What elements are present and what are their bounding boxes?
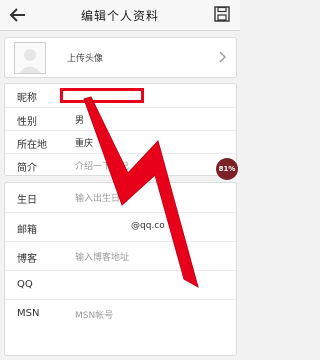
- bio-input[interactable]: 介绍一下自己: [75, 159, 129, 172]
- email-value[interactable]: @qq.co: [131, 221, 165, 231]
- top-bar: 编辑个人资料: [0, 0, 240, 31]
- nickname-highlight-box: [60, 88, 144, 103]
- qq-row[interactable]: QQ: [5, 270, 236, 299]
- gender-row[interactable]: 性别 男: [5, 107, 236, 130]
- gender-label: 性别: [17, 117, 37, 128]
- avatar[interactable]: [14, 42, 46, 74]
- gender-value[interactable]: 男: [75, 113, 84, 126]
- blog-row[interactable]: 博客 输入博客地址: [5, 241, 236, 270]
- avatar-row[interactable]: 上传头像: [4, 37, 237, 78]
- birthday-label: 生日: [17, 195, 37, 206]
- qq-label: QQ: [17, 279, 33, 290]
- msn-label: MSN: [17, 308, 40, 319]
- blog-label: 博客: [17, 254, 37, 265]
- chevron-right-icon: [219, 51, 226, 63]
- location-row[interactable]: 所在地 重庆: [5, 130, 236, 153]
- birthday-input[interactable]: 输入出生日: [75, 191, 120, 204]
- email-row[interactable]: 邮箱 @qq.co: [5, 212, 236, 241]
- default-avatar-icon: [19, 49, 41, 73]
- bio-label: 简介: [17, 163, 37, 174]
- progress-badge: 81%: [216, 158, 238, 180]
- msn-row[interactable]: MSN MSN帐号: [5, 299, 236, 328]
- email-label: 邮箱: [17, 225, 37, 236]
- location-value[interactable]: 重庆: [75, 136, 93, 149]
- bio-row[interactable]: 简介 介绍一下自己: [5, 153, 236, 176]
- save-disk-icon[interactable]: [214, 6, 230, 22]
- blog-input[interactable]: 输入博客地址: [75, 250, 129, 263]
- page-title: 编辑个人资料: [80, 9, 159, 23]
- contact-info-card: 生日 输入出生日 邮箱 @qq.co 博客 输入博客地址 QQ MSN MSN帐…: [4, 182, 237, 356]
- birthday-row[interactable]: 生日 输入出生日: [5, 183, 236, 211]
- msn-input[interactable]: MSN帐号: [75, 308, 113, 321]
- upload-avatar-label: 上传头像: [67, 54, 104, 64]
- nickname-label: 昵称: [17, 93, 37, 104]
- location-label: 所在地: [17, 140, 47, 151]
